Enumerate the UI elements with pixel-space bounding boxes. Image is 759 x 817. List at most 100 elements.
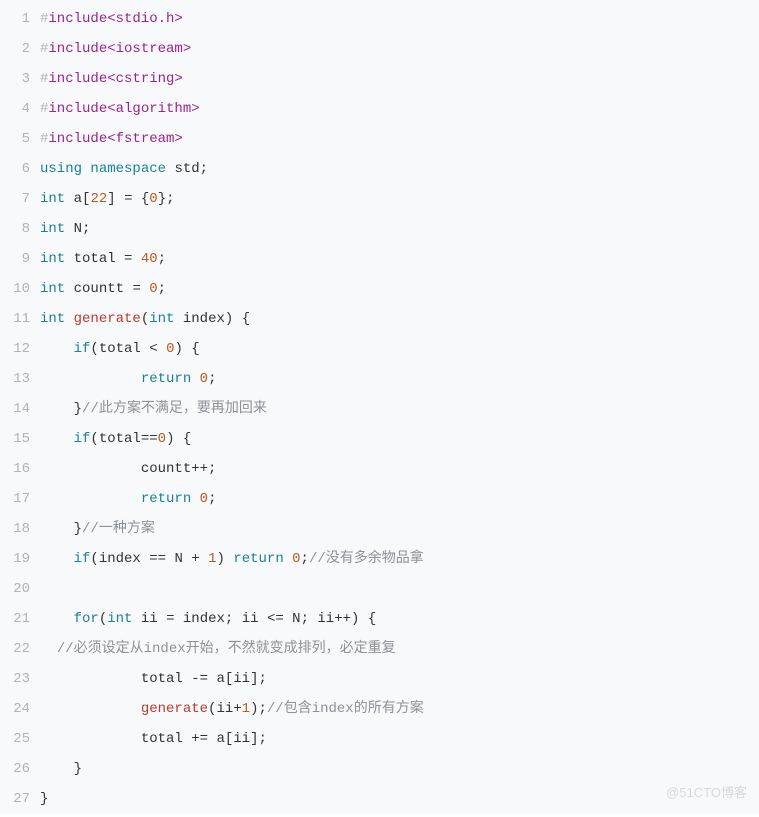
token-op: ; — [208, 371, 216, 387]
line-number: 9 — [6, 244, 30, 274]
token-op: = — [124, 191, 132, 207]
token-op: < — [149, 341, 157, 357]
code-line: int N; — [40, 214, 759, 244]
token-kw: include — [48, 131, 107, 147]
code-line: int a[22] = {0}; — [40, 184, 759, 214]
token-id: total — [99, 341, 141, 357]
code-line: total += a[ii]; — [40, 724, 759, 754]
token-op: ( — [90, 341, 98, 357]
token-id: index — [183, 311, 225, 327]
token-kw2: int — [40, 191, 65, 207]
line-number: 13 — [6, 364, 30, 394]
token-op: == — [149, 551, 166, 567]
token-cmt: //此方案不满足，要再加回来 — [82, 401, 267, 417]
code-line: return 0; — [40, 484, 759, 514]
token-op: ]; — [250, 671, 267, 687]
token-op: ; — [158, 251, 166, 267]
token-num: 1 — [242, 701, 250, 717]
line-number: 6 — [6, 154, 30, 184]
line-number: 8 — [6, 214, 30, 244]
token-kw2: using — [40, 161, 82, 177]
token-op: ) — [225, 311, 233, 327]
token-kw2: int — [40, 281, 65, 297]
token-op: ( — [99, 611, 107, 627]
code-line: #include<algorithm> — [40, 94, 759, 124]
code-line: countt++; — [40, 454, 759, 484]
line-number: 12 — [6, 334, 30, 364]
token-op: = — [124, 251, 132, 267]
token-op: ); — [250, 701, 267, 717]
code-line: int generate(int index) { — [40, 304, 759, 334]
line-number: 17 — [6, 484, 30, 514]
token-op: ( — [90, 551, 98, 567]
token-hdr: <iostream> — [107, 41, 191, 57]
token-op: } — [40, 791, 48, 807]
token-id: N — [292, 611, 300, 627]
token-kw2: return — [233, 551, 283, 567]
line-number: 16 — [6, 454, 30, 484]
token-kw2: int — [107, 611, 132, 627]
token-op: ; — [301, 551, 309, 567]
token-op: { — [191, 341, 199, 357]
code-line — [40, 574, 759, 604]
token-kw2: int — [40, 221, 65, 237]
code-line: return 0; — [40, 364, 759, 394]
line-number: 2 — [6, 34, 30, 64]
token-id: std — [174, 161, 199, 177]
token-op: ; — [158, 281, 166, 297]
token-op: -= — [191, 671, 208, 687]
token-kw: include — [48, 101, 107, 117]
token-op: ( — [141, 311, 149, 327]
token-op: { — [368, 611, 376, 627]
token-id: ii — [233, 671, 250, 687]
token-id: total — [141, 731, 183, 747]
token-op: ; — [208, 491, 216, 507]
token-op: ) — [174, 341, 182, 357]
token-id: index — [99, 551, 141, 567]
line-number: 18 — [6, 514, 30, 544]
line-number: 27 — [6, 784, 30, 814]
token-id: index — [183, 611, 225, 627]
token-fn: generate — [141, 701, 208, 717]
code-line: if(index == N + 1) return 0;//没有多余物品拿 — [40, 544, 759, 574]
token-num: 0 — [149, 281, 157, 297]
token-op: { — [242, 311, 250, 327]
token-cmt: //一种方案 — [82, 521, 155, 537]
token-op: += — [191, 731, 208, 747]
token-hdr: <cstring> — [107, 71, 183, 87]
token-num: 40 — [141, 251, 158, 267]
line-number: 4 — [6, 94, 30, 124]
token-id: countt — [141, 461, 191, 477]
token-op: ++) — [334, 611, 359, 627]
token-op: ++; — [191, 461, 216, 477]
token-id: countt — [74, 281, 124, 297]
code-line: //必须设定从index开始，不然就变成排列，必定重复 — [40, 634, 759, 664]
code-line: int total = 40; — [40, 244, 759, 274]
token-id: ii — [141, 611, 158, 627]
token-op: <= — [267, 611, 284, 627]
line-number: 14 — [6, 394, 30, 424]
code-line: #include<cstring> — [40, 64, 759, 94]
token-cmt: //没有多余物品拿 — [309, 551, 424, 567]
token-id: total — [99, 431, 141, 447]
token-hdr: <fstream> — [107, 131, 183, 147]
token-kw2: int — [40, 251, 65, 267]
token-kw: include — [48, 11, 107, 27]
code-line: #include<iostream> — [40, 34, 759, 64]
code-line: }//一种方案 — [40, 514, 759, 544]
token-op: = — [132, 281, 140, 297]
token-op: ; — [225, 611, 233, 627]
token-cmt: //包含index的所有方案 — [267, 701, 424, 717]
token-op: } — [74, 761, 82, 777]
token-op: ; — [301, 611, 309, 627]
token-id: ii — [233, 731, 250, 747]
line-number: 24 — [6, 694, 30, 724]
token-id: ii — [242, 611, 259, 627]
token-op: { — [183, 431, 191, 447]
line-number: 20 — [6, 574, 30, 604]
token-op: + — [233, 701, 241, 717]
token-op: ] — [107, 191, 115, 207]
code-content: #include<stdio.h>#include<iostream>#incl… — [40, 4, 759, 814]
token-op: ; — [82, 221, 90, 237]
token-num: 22 — [90, 191, 107, 207]
